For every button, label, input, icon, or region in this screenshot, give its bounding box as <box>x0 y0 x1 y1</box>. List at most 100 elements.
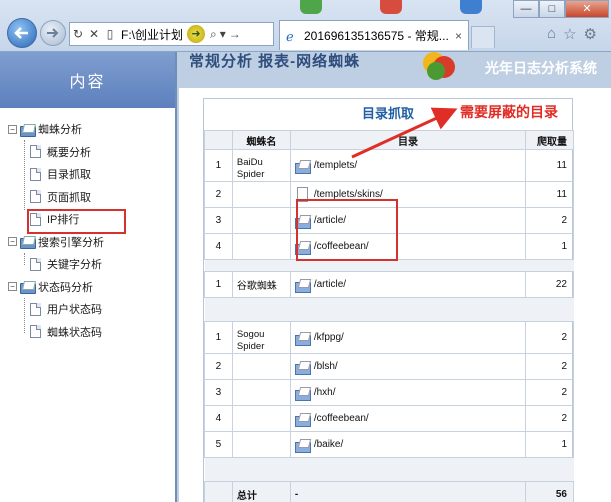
directory-link[interactable]: /blsh/ <box>314 361 338 372</box>
tree-item-spider-status[interactable]: 蜘蛛状态码 <box>0 321 175 344</box>
folder-icon <box>294 160 311 174</box>
directory-link[interactable]: /hxh/ <box>314 387 336 398</box>
tree-item-label: 目录抓取 <box>47 169 91 182</box>
stop-icon[interactable]: ✕ <box>86 27 102 41</box>
folder-book-icon <box>20 124 36 137</box>
total-count: 56 <box>525 481 574 502</box>
window-controls: — □ ✕ <box>513 0 609 18</box>
table-row: 1 谷歌蜘蛛 /article/ 22 <box>204 271 574 298</box>
directory-link[interactable]: /baike/ <box>314 439 343 450</box>
table-row: 1 BaiDu Spider /templets/ 11 <box>204 149 574 182</box>
document-icon <box>30 145 41 159</box>
table-row: 1 Sogou Spider /kfppg/ 2 <box>204 321 574 354</box>
restore-button[interactable]: □ <box>539 0 565 18</box>
group-separator <box>204 259 574 272</box>
directory-link[interactable]: /templets/ <box>314 160 357 171</box>
back-button[interactable] <box>7 18 37 48</box>
sidebar: 内容 − 蜘蛛分析 概要分析 目录抓取 页面抓取 IP排行 − 搜索引擎分析 关… <box>0 52 177 502</box>
logo-icon <box>419 46 459 82</box>
document-icon <box>30 302 41 316</box>
system-name: 光年日志分析系统 <box>485 60 597 76</box>
toolbar-strip <box>270 0 510 18</box>
minimize-button[interactable]: — <box>513 0 539 18</box>
table-header-row: 蜘蛛名 目录 爬取量 <box>204 130 574 150</box>
collapse-icon[interactable]: − <box>8 282 17 292</box>
collapse-icon[interactable]: − <box>8 124 17 134</box>
crawl-table: 蜘蛛名 目录 爬取量 1 BaiDu Spider /templets/ 11 … <box>204 130 574 502</box>
tree-item-directory-crawl[interactable]: 目录抓取 <box>0 163 175 186</box>
spider-name: 谷歌蜘蛛 <box>231 271 291 298</box>
table-row: 3 /hxh/ 2 <box>204 379 574 406</box>
table-row: 2 /blsh/ 2 <box>204 353 574 380</box>
tree-item-page-crawl[interactable]: 页面抓取 <box>0 186 175 209</box>
spider-name: BaiDu Spider <box>231 149 291 182</box>
favorites-star-icon[interactable]: ☆ <box>563 25 576 43</box>
forward-button[interactable] <box>40 20 66 46</box>
tree-group-label: 蜘蛛分析 <box>38 124 82 137</box>
settings-gear-icon[interactable]: ⚙ <box>584 25 597 43</box>
header-count: 爬取量 <box>525 130 574 150</box>
address-text: F:\创业计划 <box>121 27 183 42</box>
tree-group-label: 状态码分析 <box>38 281 93 294</box>
back-arrow-icon <box>14 27 28 39</box>
tree-group-spider[interactable]: − 蜘蛛分析 <box>0 118 175 141</box>
folder-icon <box>294 361 311 375</box>
folder-icon <box>294 439 311 453</box>
header-directory: 目录 <box>289 130 527 150</box>
header-index <box>204 130 233 150</box>
directory-link[interactable]: /coffeebean/ <box>314 413 369 424</box>
refresh-icon[interactable]: ↻ <box>70 27 86 41</box>
table-row: 4 /coffeebean/ 2 <box>204 405 574 432</box>
browser-chrome: — □ ✕ ↻ ✕ ▯ F:\创业计划 ➜ ⌕▾→ ℯ 201696135136… <box>0 0 611 52</box>
document-icon <box>30 325 41 339</box>
total-row: 总计 - 56 <box>204 481 574 502</box>
folder-icon <box>294 413 311 427</box>
forward-arrow-icon <box>47 28 59 38</box>
folder-book-icon <box>20 281 36 295</box>
tree-item-label: 概要分析 <box>47 146 91 159</box>
search-icon[interactable]: ⌕▾→ <box>210 27 244 42</box>
tree-group-label: 搜索引擎分析 <box>38 236 104 249</box>
home-icon[interactable]: ⌂ <box>547 25 556 43</box>
document-icon <box>30 257 41 271</box>
page-banner: 常规分析 报表-网络蜘蛛 光年日志分析系统 <box>179 52 611 88</box>
tree-item-label: 页面抓取 <box>47 191 91 204</box>
header-spider: 蜘蛛名 <box>231 130 291 150</box>
tree-item-keyword[interactable]: 关键字分析 <box>0 253 175 276</box>
directory-link[interactable]: /kfppg/ <box>314 332 344 343</box>
folder-icon <box>294 279 311 293</box>
browser-tools: ⌂ ☆ ⚙ <box>547 25 597 43</box>
tree-item-label: 关键字分析 <box>47 259 102 272</box>
tree-item-label: 蜘蛛状态码 <box>47 326 102 339</box>
address-bar[interactable]: ↻ ✕ ▯ F:\创业计划 ➜ ⌕▾→ <box>69 22 274 46</box>
tree-item-overview[interactable]: 概要分析 <box>0 141 175 164</box>
document-icon <box>30 167 41 181</box>
ie-page-icon: ℯ <box>286 28 294 44</box>
page-icon: ▯ <box>106 27 114 41</box>
table-row: 5 /baike/ 1 <box>204 431 574 458</box>
group-separator <box>204 457 574 482</box>
total-label: 总计 <box>231 481 291 502</box>
collapse-icon[interactable]: − <box>8 237 17 247</box>
tree-group-status-code[interactable]: − 状态码分析 <box>0 276 175 299</box>
highlight-box <box>296 199 398 261</box>
folder-icon <box>294 387 311 401</box>
report-panel: 目录抓取 蜘蛛名 目录 爬取量 1 BaiDu Spider /templets… <box>203 98 574 502</box>
sidebar-title: 内容 <box>0 52 175 108</box>
new-tab-button[interactable] <box>471 26 495 48</box>
folder-icon <box>294 332 311 346</box>
go-icon[interactable]: ➜ <box>187 25 205 43</box>
banner-title: 常规分析 报表-网络蜘蛛 <box>189 53 361 70</box>
tree-item-label: 用户状态码 <box>47 304 102 317</box>
main-content: 常规分析 报表-网络蜘蛛 光年日志分析系统 目录抓取 蜘蛛名 目录 爬取量 1 <box>179 52 611 502</box>
group-separator <box>204 297 574 322</box>
tab-close-icon[interactable]: × <box>455 29 462 43</box>
highlight-box <box>27 209 126 234</box>
close-window-button[interactable]: ✕ <box>565 0 609 18</box>
folder-book-icon <box>20 236 36 250</box>
spider-name: Sogou Spider <box>231 321 291 354</box>
total-dir: - <box>289 481 527 502</box>
directory-link[interactable]: /article/ <box>314 279 346 290</box>
tree-item-user-status[interactable]: 用户状态码 <box>0 298 175 321</box>
annotation-text: 需要屏蔽的目录 <box>460 104 558 120</box>
